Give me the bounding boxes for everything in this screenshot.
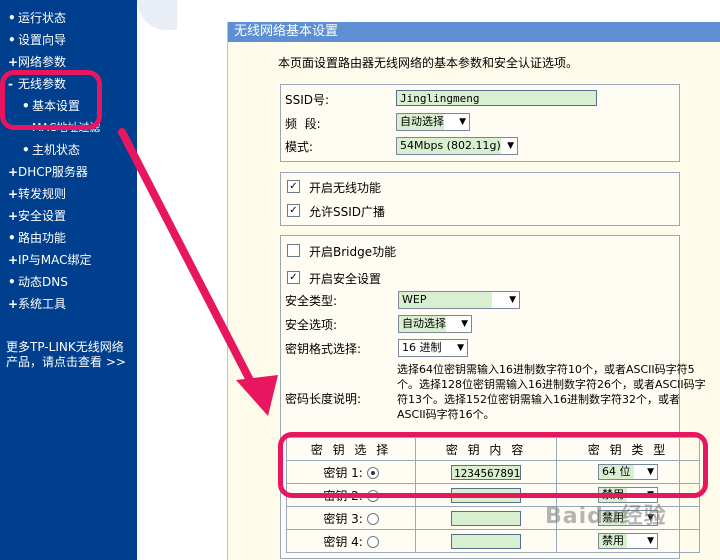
watermark: Baidu经验 bbox=[545, 504, 667, 529]
annotation-arrow-icon bbox=[118, 128, 278, 416]
